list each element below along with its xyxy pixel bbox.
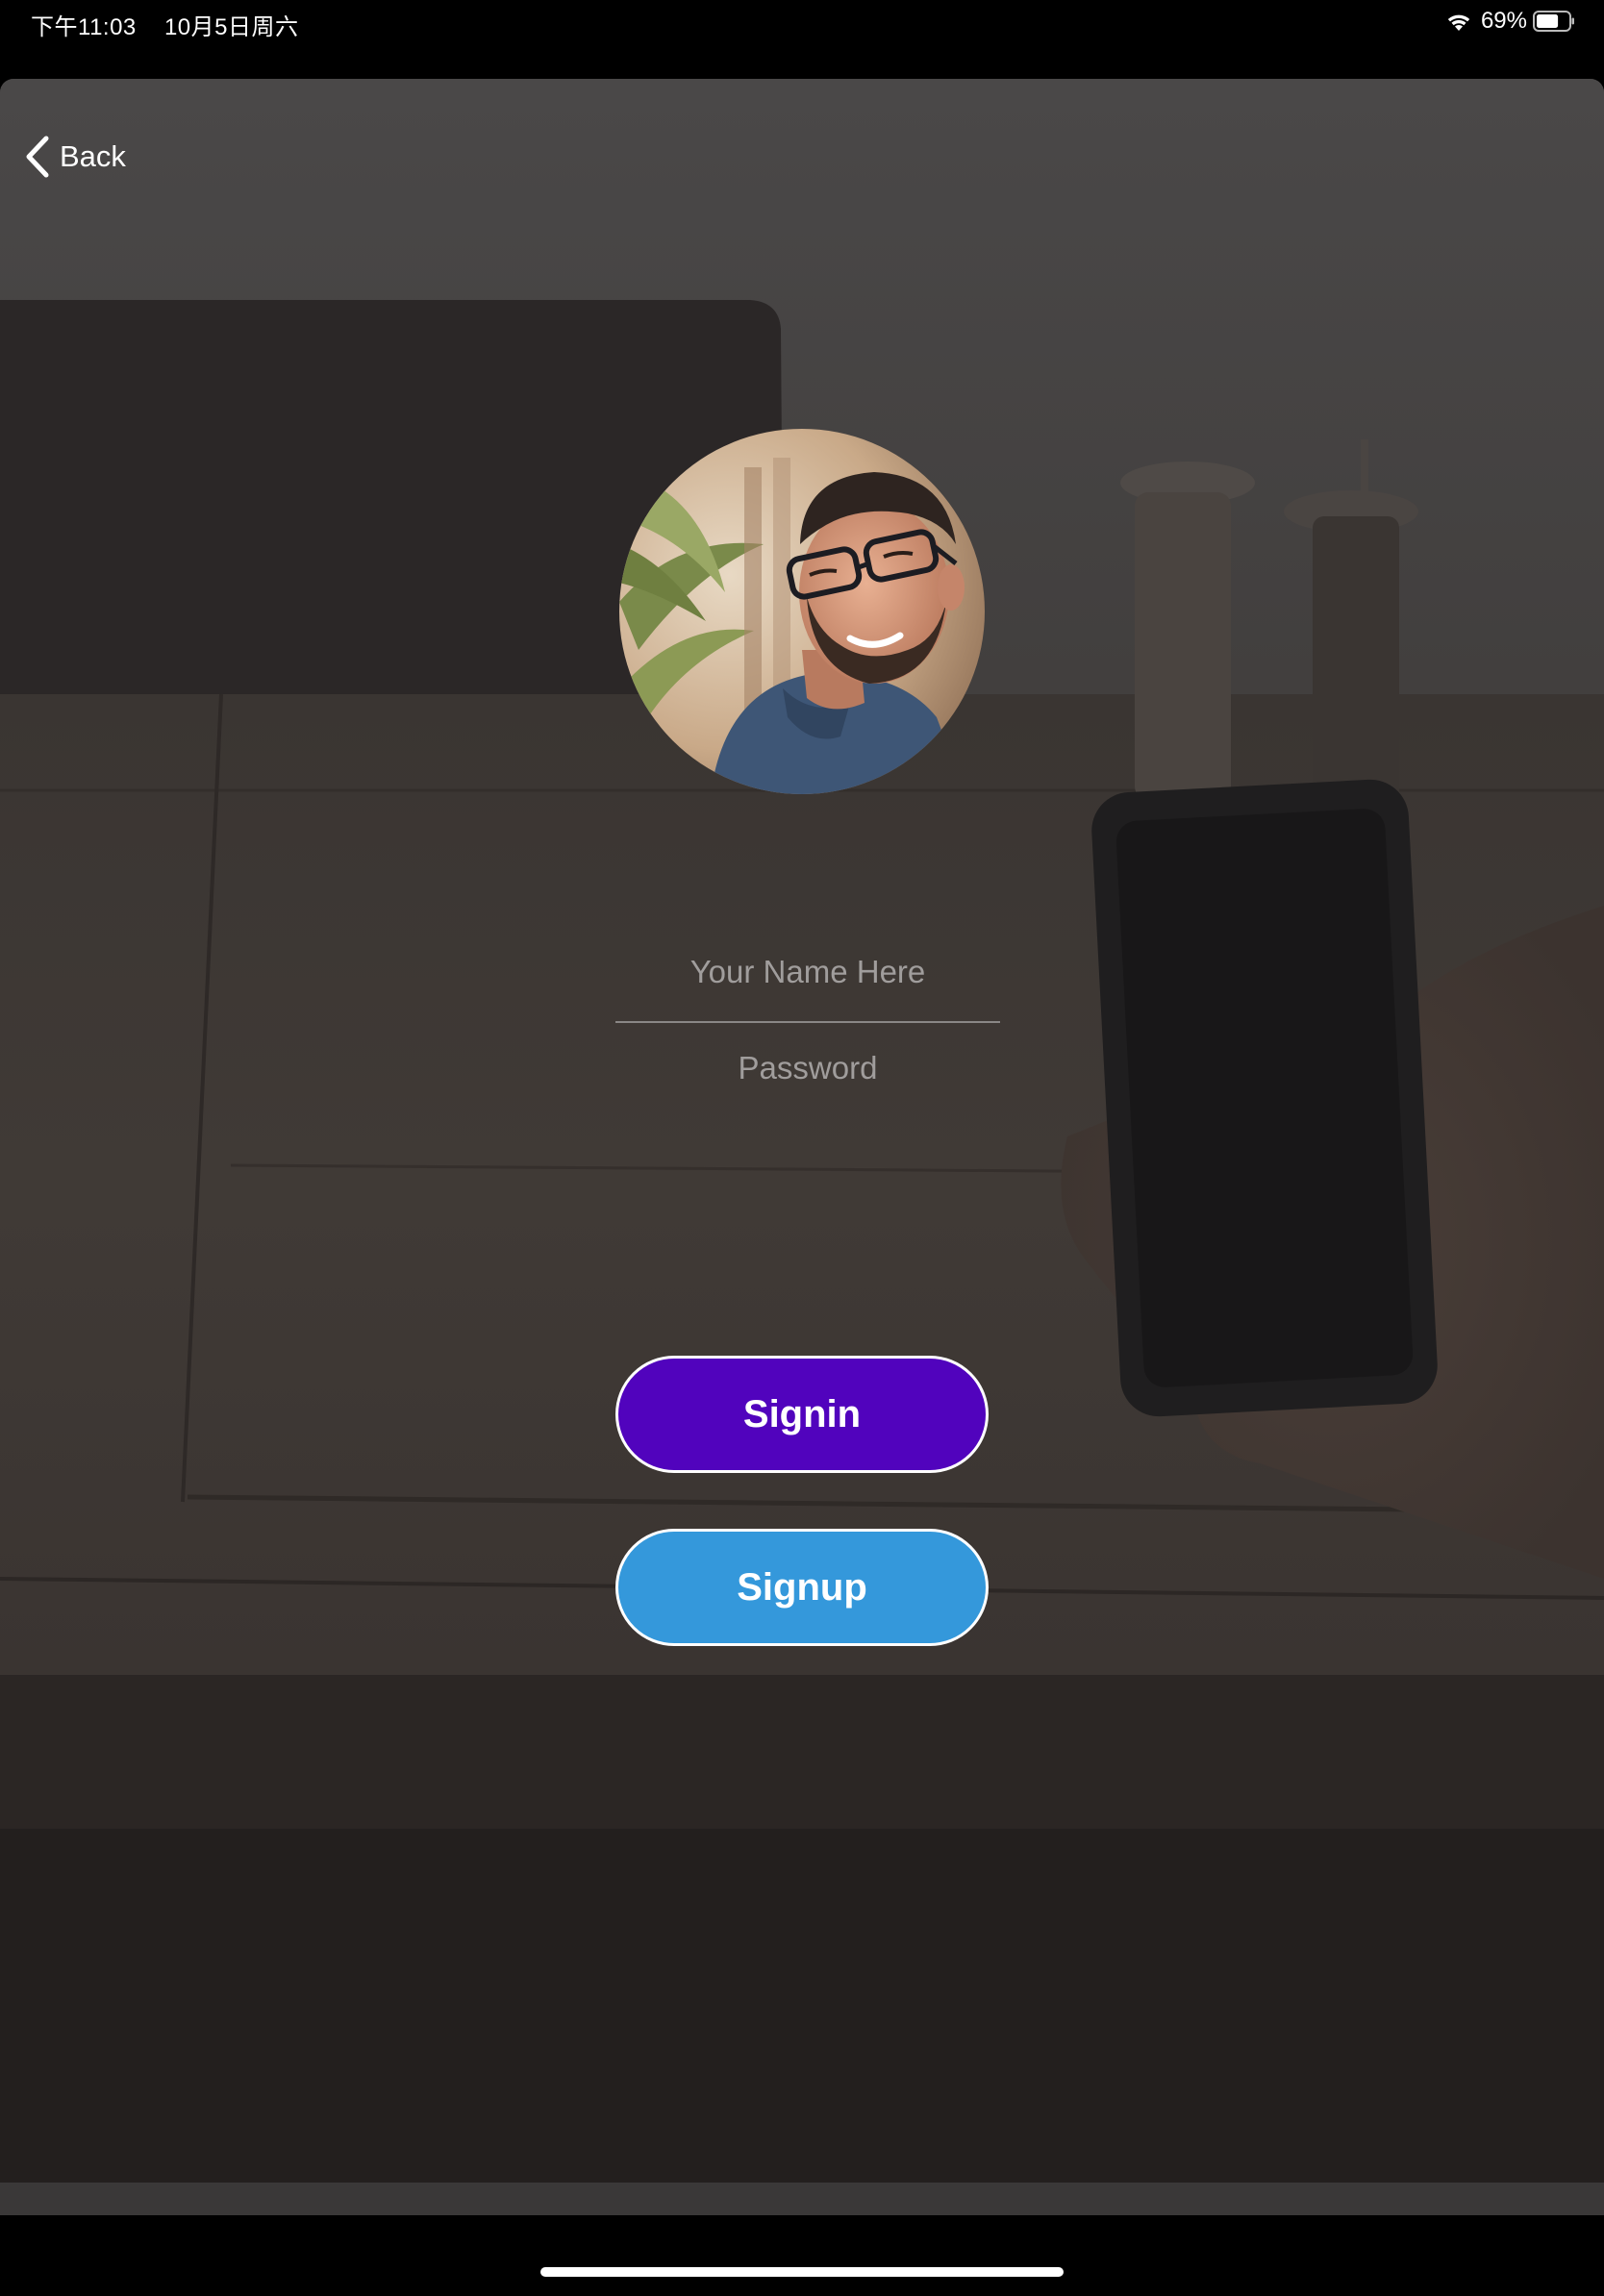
chevron-left-icon bbox=[26, 136, 49, 178]
status-date: 10月5日周六 bbox=[163, 14, 299, 40]
back-label: Back bbox=[60, 139, 126, 173]
battery-percent: 69% bbox=[1480, 8, 1527, 34]
password-input[interactable] bbox=[615, 1044, 1000, 1092]
name-field-divider bbox=[615, 1021, 1000, 1023]
home-indicator[interactable] bbox=[540, 2267, 1064, 2277]
login-card: Back Your Name Here Signin Signup bbox=[0, 79, 1604, 2215]
back-button[interactable]: Back bbox=[23, 135, 126, 179]
avatar[interactable] bbox=[619, 429, 985, 794]
status-right: 69% bbox=[1444, 8, 1575, 35]
name-input[interactable] bbox=[615, 948, 1000, 996]
signup-button[interactable]: Signup bbox=[615, 1529, 989, 1646]
status-time: 下午11:03 bbox=[31, 14, 137, 40]
login-screen: 下午11:03 10月5日周六 69% Back Your Name Here … bbox=[0, 0, 1604, 2296]
status-bar: 下午11:03 10月5日周六 69% bbox=[0, 0, 1604, 77]
background-photo bbox=[0, 79, 1604, 2215]
battery-icon bbox=[1533, 11, 1574, 32]
signin-label: Signin bbox=[742, 1392, 862, 1435]
status-left: 下午11:03 10月5日周六 bbox=[31, 8, 320, 41]
signin-button[interactable]: Signin bbox=[615, 1356, 989, 1473]
signup-label: Signup bbox=[737, 1565, 867, 1609]
wifi-icon bbox=[1447, 14, 1470, 31]
